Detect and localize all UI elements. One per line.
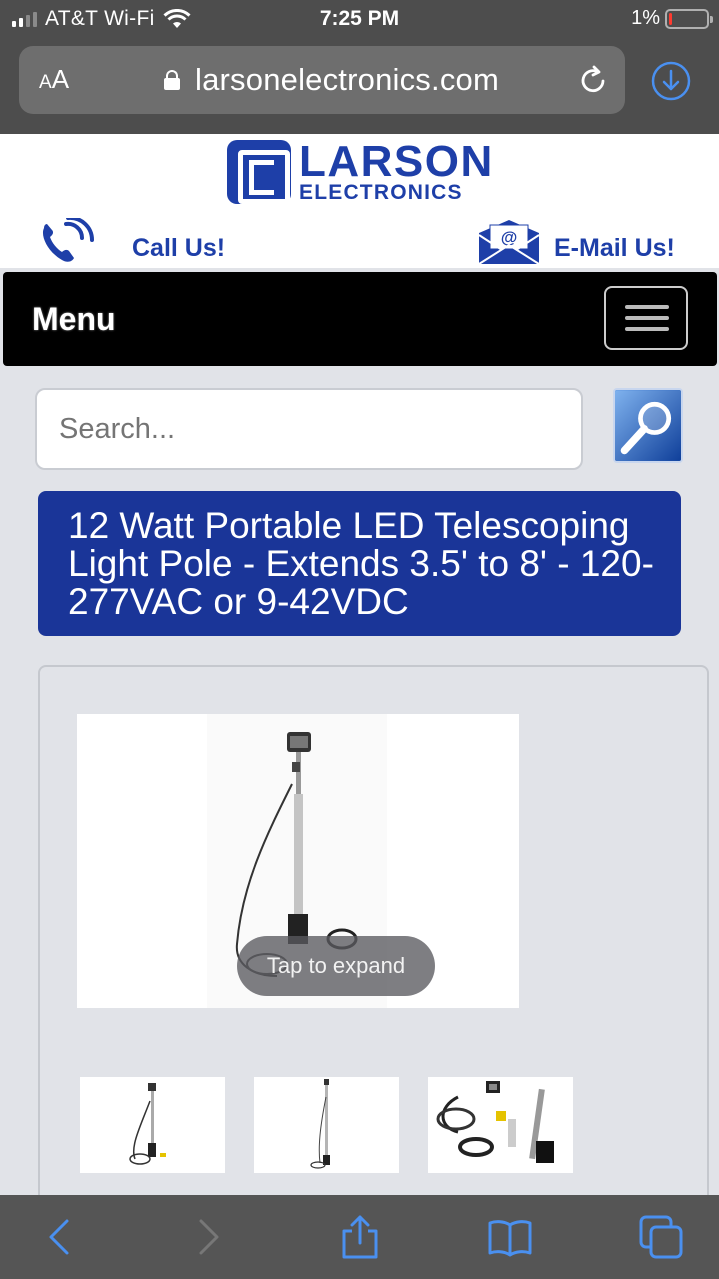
address-bar[interactable]: AA larsonelectronics.com: [19, 46, 625, 114]
hamburger-menu-button[interactable]: [604, 286, 688, 350]
back-icon[interactable]: [36, 1215, 84, 1259]
product-main-image[interactable]: Tap to expand: [77, 714, 519, 1008]
site-header: LARSON ELECTRONICS Call Us! @ E-Mail Us!: [0, 134, 719, 268]
thumbnail-image-3: [436, 1081, 554, 1163]
call-us-link[interactable]: Call Us!: [36, 218, 225, 266]
battery-icon: [665, 8, 713, 29]
thumbnail-image-2: [310, 1079, 330, 1169]
logo-line1: LARSON: [299, 137, 494, 186]
call-us-label: Call Us!: [132, 233, 226, 262]
logo-mark-icon: [227, 140, 291, 204]
mail-icon: @: [478, 220, 540, 265]
menu-bar: Menu: [3, 272, 717, 366]
email-us-link[interactable]: @ E-Mail Us!: [478, 218, 675, 266]
forward-icon[interactable]: [184, 1215, 232, 1259]
download-icon[interactable]: [651, 61, 691, 101]
web-page: LARSON ELECTRONICS Call Us! @ E-Mail Us!: [0, 134, 719, 1195]
text-size-button[interactable]: AA: [39, 64, 69, 95]
lock-icon: [164, 70, 180, 90]
tabs-icon[interactable]: [637, 1215, 685, 1259]
status-right: 1%: [631, 7, 713, 30]
phone-icon: [42, 218, 95, 262]
product-thumbnail-3[interactable]: [428, 1077, 573, 1173]
thumbnail-image-1: [129, 1083, 166, 1165]
status-bar: AT&T Wi-Fi 7:25 PM 1%: [0, 0, 719, 40]
search-button[interactable]: [613, 388, 683, 463]
product-gallery: Tap to expand: [38, 665, 709, 1195]
product-title-box: 12 Watt Portable LED Telescoping Light P…: [38, 491, 681, 636]
bookmarks-icon[interactable]: [486, 1215, 534, 1259]
browser-toolbar: [0, 1195, 719, 1279]
product-thumbnail-2[interactable]: [254, 1077, 399, 1173]
url-domain[interactable]: larsonelectronics.com: [195, 62, 499, 98]
product-title: 12 Watt Portable LED Telescoping Light P…: [68, 505, 654, 622]
tap-to-expand-button[interactable]: Tap to expand: [237, 936, 435, 996]
email-us-label: E-Mail Us!: [554, 233, 675, 262]
browser-top-chrome: AT&T Wi-Fi 7:25 PM 1% AA larsonelectroni…: [0, 0, 719, 134]
magnifier-icon: [615, 390, 681, 461]
menu-label[interactable]: Menu: [32, 301, 116, 338]
logo-text: LARSON ELECTRONICS: [299, 137, 494, 204]
battery-percent: 1%: [631, 7, 660, 29]
share-icon[interactable]: [336, 1215, 384, 1259]
product-thumbnail-1[interactable]: [80, 1077, 225, 1173]
search-input[interactable]: [35, 388, 583, 470]
site-logo[interactable]: LARSON ELECTRONICS: [227, 140, 497, 210]
status-time: 7:25 PM: [319, 7, 400, 30]
reload-icon[interactable]: [577, 64, 609, 96]
